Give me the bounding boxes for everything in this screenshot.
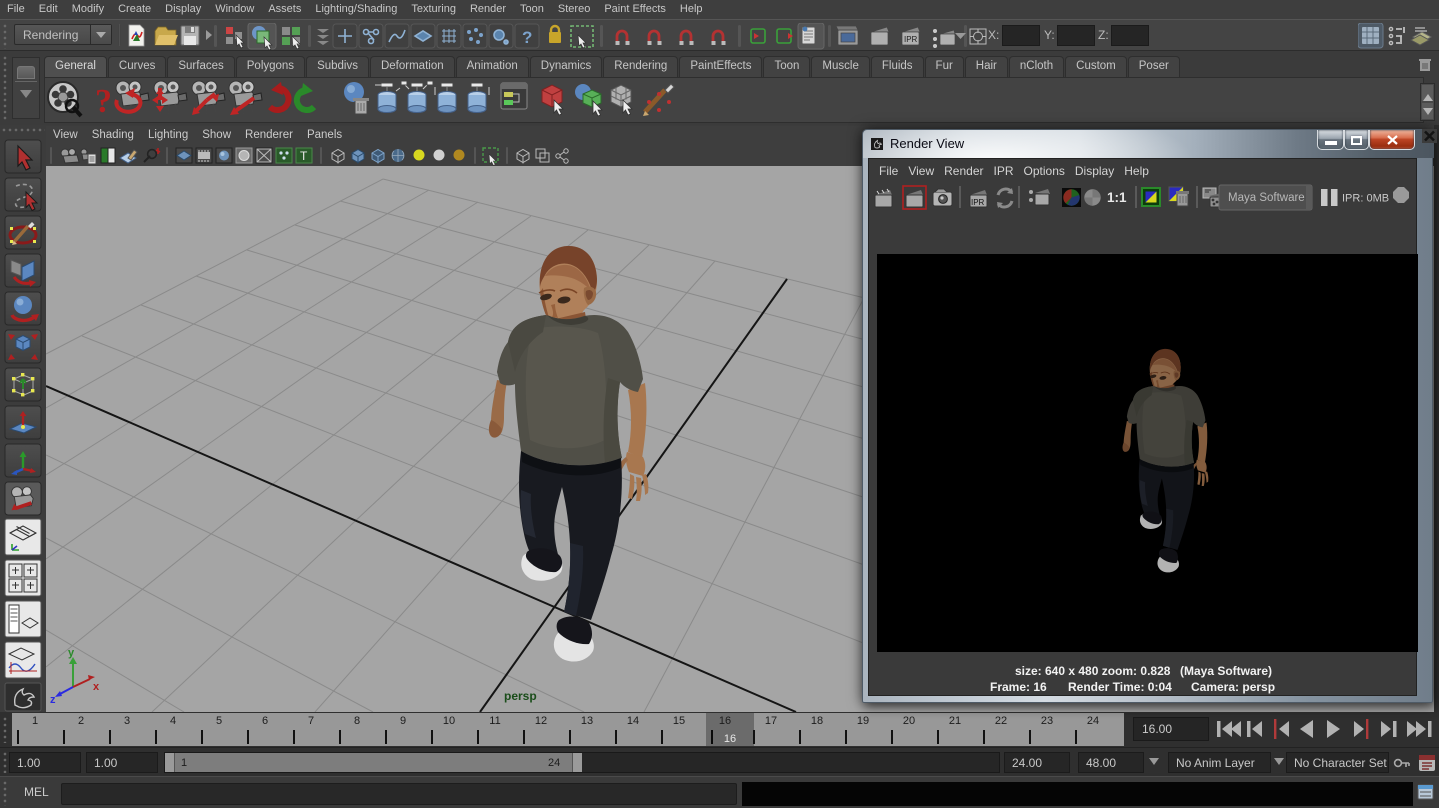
svg-text:IPR: IPR (971, 198, 985, 207)
svg-text:9: 9 (400, 715, 406, 727)
svg-text:24: 24 (1087, 715, 1099, 727)
svg-text:19: 19 (857, 715, 869, 727)
svg-text:5: 5 (216, 715, 222, 727)
svg-text:IPR: 0MB: IPR: 0MB (1342, 193, 1389, 205)
svg-text:16: 16 (724, 733, 736, 745)
svg-text:z: z (50, 694, 56, 706)
svg-text:IPR: IPR (904, 35, 918, 44)
svg-text:4: 4 (170, 715, 176, 727)
svg-text:18: 18 (811, 715, 823, 727)
svg-text:1:1: 1:1 (1107, 190, 1127, 205)
svg-text:17: 17 (765, 715, 777, 727)
svg-text:16: 16 (719, 715, 731, 727)
svg-text:22: 22 (995, 715, 1007, 727)
svg-text:20: 20 (903, 715, 915, 727)
svg-text:14: 14 (627, 715, 639, 727)
svg-text:1: 1 (32, 715, 38, 727)
svg-text:6: 6 (262, 715, 268, 727)
svg-text:13: 13 (581, 715, 593, 727)
svg-text:persp: persp (504, 689, 537, 703)
svg-text:15: 15 (673, 715, 685, 727)
svg-text:3: 3 (124, 715, 130, 727)
svg-text:11: 11 (489, 715, 500, 727)
svg-text:?: ? (522, 28, 532, 47)
svg-text:21: 21 (949, 715, 961, 727)
svg-text:12: 12 (535, 715, 547, 727)
svg-text:8: 8 (354, 715, 360, 727)
svg-text:Maya Software: Maya Software (1228, 192, 1305, 204)
svg-text:x: x (93, 681, 100, 693)
svg-text:10: 10 (443, 715, 455, 727)
svg-text:2: 2 (78, 715, 84, 727)
svg-text:7: 7 (308, 715, 314, 727)
svg-text:?: ? (95, 83, 112, 120)
svg-text:23: 23 (1041, 715, 1053, 727)
svg-text:y: y (68, 647, 75, 659)
svg-text:T: T (300, 149, 308, 163)
